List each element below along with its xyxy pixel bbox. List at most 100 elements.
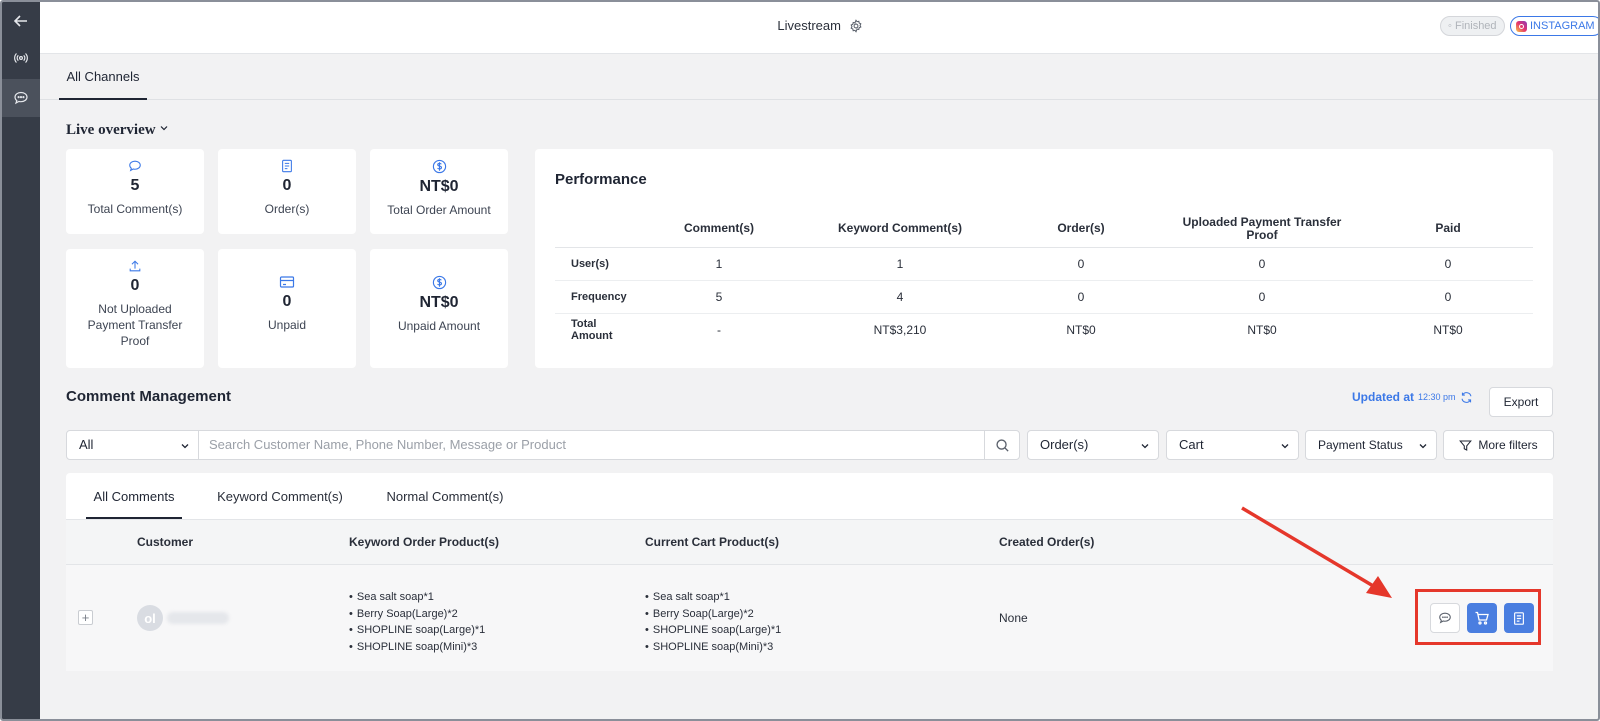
table-cell: NT$3,210 (873, 322, 927, 337)
column-header: Order(s) (1001, 211, 1161, 248)
gear-icon[interactable] (849, 19, 863, 36)
upload-icon (129, 260, 141, 272)
search-icon (995, 438, 1009, 452)
column-header-text: Uploaded Payment Transfer Proof (1182, 214, 1342, 242)
tab-all-channels[interactable]: All Channels (59, 55, 147, 100)
column-header: Comment(s) (639, 211, 799, 248)
chevron-down-icon (1141, 444, 1149, 449)
column-header: Uploaded Payment Transfer Proof (1161, 211, 1363, 248)
search-button[interactable] (984, 430, 1020, 460)
status-badge: ◦ Finished (1440, 16, 1505, 36)
table-cell: 0 (1161, 247, 1363, 281)
page-title-text: Livestream (777, 18, 841, 33)
list-item: Berry Soap(Large)*2 (645, 606, 781, 623)
stat-label: Total Order Amount (387, 203, 491, 217)
refresh-icon[interactable] (1460, 391, 1473, 404)
updated-at[interactable]: Updated at 12:30 pm (1352, 390, 1473, 404)
filter-icon (1459, 440, 1473, 451)
stat-value: NT$0 (419, 294, 459, 311)
chevron-down-icon (181, 444, 189, 449)
customer-name-redacted (167, 612, 229, 624)
tab-all-comments[interactable]: All Comments (86, 473, 182, 519)
top-bar: Livestream ◦ Finished INSTAGRAM (40, 2, 1598, 54)
dollar-icon (432, 275, 446, 290)
column-header (555, 211, 639, 248)
table-cell: 4 (799, 280, 1001, 314)
more-filters-button[interactable]: More filters (1443, 430, 1554, 460)
stat-value: NT$0 (419, 178, 459, 195)
table-cell: 5 (639, 280, 799, 314)
chevron-down-icon (160, 126, 168, 131)
column-header: Keyword Order Product(s) (349, 535, 500, 549)
live-overview-heading: Live overview (66, 122, 156, 138)
comment-icon (129, 160, 141, 172)
arrow-left-icon (13, 15, 27, 27)
keyword-products-list: Sea salt soap*1 Berry Soap(Large)*2 SHOP… (349, 589, 485, 655)
performance-title: Performance (555, 171, 647, 188)
channel-tabs: All Channels (40, 55, 1598, 100)
column-header: Paid (1363, 211, 1533, 248)
back-button[interactable] (2, 2, 40, 40)
order-icon (282, 159, 292, 173)
broadcast-icon (14, 53, 28, 63)
table-cell: 0 (1161, 280, 1363, 314)
table-cell: 0 (1363, 280, 1533, 314)
dollar-icon (432, 159, 446, 174)
updated-at-time: 12:30 pm (1418, 392, 1456, 402)
rail-livestream-button[interactable] (2, 39, 40, 77)
stat-value: 0 (282, 177, 292, 194)
comment-icon (14, 91, 28, 105)
left-rail (2, 2, 40, 719)
platform-badge-text: INSTAGRAM (1530, 20, 1595, 32)
table-cell: NT$0 (1066, 322, 1096, 337)
more-filters-label: More filters (1478, 438, 1538, 452)
row-label: Total Amount (571, 317, 613, 342)
card-icon (279, 276, 295, 288)
table-cell: NT$0 (1247, 322, 1277, 337)
stat-label: Unpaid (267, 318, 307, 332)
chevron-down-icon (1419, 444, 1427, 449)
stat-card-unpaid: 0 Unpaid (218, 249, 356, 368)
export-button[interactable]: Export (1489, 387, 1553, 417)
search-input[interactable]: Search Customer Name, Phone Number, Mess… (198, 430, 985, 460)
column-header: Customer (137, 535, 194, 549)
performance-card: Performance Comment(s) Keyword Comment(s… (535, 149, 1553, 368)
table-cell: 0 (1001, 247, 1161, 281)
table-row: Frequency 5 4 0 0 0 (555, 280, 1533, 314)
list-item: SHOPLINE soap(Large)*1 (349, 622, 485, 639)
orders-select[interactable]: Order(s) (1027, 430, 1159, 460)
expand-row-button[interactable]: + (78, 610, 93, 625)
table-cell: 1 (639, 247, 799, 281)
column-header: Current Cart Product(s) (645, 535, 780, 549)
row-label: User(s) (555, 247, 639, 281)
cart-select[interactable]: Cart (1166, 430, 1299, 460)
annotation-highlight-box (1415, 589, 1541, 645)
stat-card-total-order-amount: NT$0 Total Order Amount (370, 149, 508, 234)
table-cell: NT$0 (1433, 322, 1463, 337)
list-item: Berry Soap(Large)*2 (349, 606, 485, 623)
live-overview-toggle[interactable]: Live overview (66, 122, 169, 139)
stat-value: 0 (282, 293, 292, 310)
tab-keyword-comments[interactable]: Keyword Comment(s) (212, 473, 348, 519)
stat-card-not-uploaded-proof: 0 Not Uploaded Payment Transfer Proof (66, 249, 204, 368)
tab-normal-comments[interactable]: Normal Comment(s) (382, 473, 508, 519)
chevron-down-icon (1281, 444, 1289, 449)
list-item: SHOPLINE soap(Mini)*3 (349, 639, 485, 656)
payment-status-select[interactable]: Payment Status (1305, 430, 1437, 460)
orders-select-value: Order(s) (1040, 437, 1089, 452)
list-item: SHOPLINE soap(Large)*1 (645, 622, 781, 639)
updated-at-label: Updated at (1352, 390, 1415, 404)
instagram-icon (1516, 20, 1527, 32)
table-cell: 1 (799, 247, 1001, 281)
stat-label: Not Uploaded Payment Transfer Proof (87, 302, 183, 348)
table-cell: 0 (1001, 280, 1161, 314)
table-cell: 0 (1363, 247, 1533, 281)
cart-products-list: Sea salt soap*1 Berry Soap(Large)*2 SHOP… (645, 589, 781, 655)
stat-card-orders: 0 Order(s) (218, 149, 356, 234)
avatar: ol (137, 605, 163, 631)
platform-badge: INSTAGRAM (1510, 16, 1598, 36)
rail-comments-button[interactable] (2, 79, 40, 117)
table-cell: - (717, 322, 721, 337)
comment-scope-select[interactable]: All (66, 430, 199, 460)
stat-value: 5 (130, 177, 140, 194)
